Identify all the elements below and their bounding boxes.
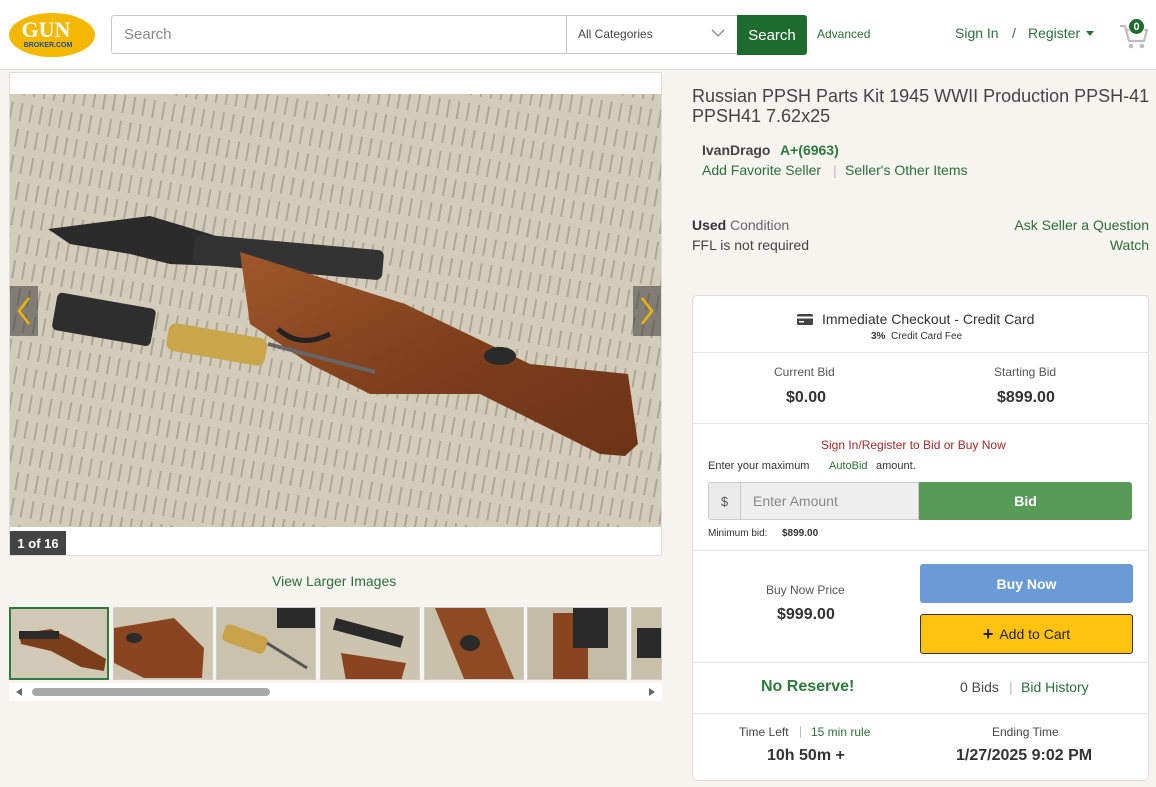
ending-time-label: Ending Time <box>992 725 1059 739</box>
seller-other-items-link[interactable]: Seller's Other Items <box>845 162 968 178</box>
bid-history-link[interactable]: Bid History <box>1021 679 1089 695</box>
bid-amount-input[interactable] <box>741 482 919 520</box>
divider <box>692 352 1149 353</box>
autobid-instructions: Enter your maximum <box>708 460 810 472</box>
autobid-instructions-end: amount. <box>876 460 916 472</box>
caret-down-icon[interactable] <box>1086 31 1094 36</box>
thumbnail-7[interactable] <box>631 607 662 680</box>
add-to-cart-label: Add to Cart <box>999 626 1071 642</box>
next-image-button[interactable] <box>633 286 661 336</box>
current-bid-value: $0.00 <box>786 389 827 406</box>
scrollbar-thumb[interactable] <box>32 688 270 696</box>
seller-name[interactable]: IvanDrago <box>702 142 770 158</box>
thumbnail-4[interactable] <box>320 607 420 680</box>
sign-in-link[interactable]: Sign In <box>955 25 999 41</box>
signin-to-bid-link[interactable]: Sign In/Register to Bid or Buy Now <box>821 438 1006 452</box>
ask-seller-question-link[interactable]: Ask Seller a Question <box>1014 217 1149 233</box>
minimum-bid-value: $899.00 <box>782 528 819 539</box>
divider <box>692 662 1149 663</box>
buy-now-price-label: Buy Now Price <box>766 583 845 597</box>
minimum-bid-label: Minimum bid: <box>708 528 768 539</box>
separator: | <box>1009 679 1013 695</box>
ffl-status: FFL is not required <box>692 237 809 253</box>
watch-link[interactable]: Watch <box>1110 237 1149 253</box>
divider <box>692 423 1149 424</box>
thumbnail-3[interactable] <box>216 607 316 680</box>
fifteen-min-rule-link[interactable]: 15 min rule <box>811 725 870 739</box>
view-larger-images-link[interactable]: View Larger Images <box>272 573 396 589</box>
thumbnail-scrollbar[interactable] <box>9 683 662 701</box>
condition-label: Condition <box>730 217 790 233</box>
register-link[interactable]: Register <box>1028 25 1080 41</box>
prev-image-button[interactable] <box>10 286 38 336</box>
category-selected-label: All Categories <box>578 27 653 41</box>
scroll-right-icon[interactable] <box>649 688 655 696</box>
separator: / <box>1012 25 1016 41</box>
autobid-link[interactable]: AutoBid <box>829 460 868 472</box>
seller-rating[interactable]: A+(6963) <box>780 142 839 158</box>
thumbnail-1[interactable] <box>9 607 109 680</box>
thumbnail-6[interactable] <box>527 607 627 680</box>
time-left-value: 10h 50m + <box>767 747 845 764</box>
checkout-title: Immediate Checkout - Credit Card <box>822 311 1035 327</box>
image-counter: 1 of 16 <box>10 531 66 555</box>
chevron-right-icon <box>641 297 654 325</box>
category-select[interactable]: All Categories <box>566 15 738 54</box>
credit-card-icon <box>797 314 813 325</box>
cart-count-badge[interactable]: 0 <box>1128 18 1145 35</box>
currency-prefix: $ <box>708 482 741 520</box>
scroll-left-icon[interactable] <box>16 688 22 696</box>
main-product-photo[interactable] <box>10 94 661 527</box>
starting-bid-value: $899.00 <box>997 389 1055 406</box>
divider <box>692 713 1149 714</box>
listing-title: Russian PPSH Parts Kit 1945 WWII Product… <box>692 86 1150 126</box>
no-reserve-label: No Reserve! <box>761 678 855 695</box>
condition-value: Used <box>692 217 727 233</box>
site-header: GUN BROKER.COM All Categories Search Adv… <box>0 0 1156 70</box>
time-left-label: Time Left <box>739 725 789 739</box>
product-photo-art <box>10 94 661 527</box>
advanced-search-link[interactable]: Advanced <box>817 27 870 41</box>
buy-now-button[interactable]: Buy Now <box>920 564 1133 603</box>
fee-percent: 3% <box>871 331 886 342</box>
bid-count: 0 Bids <box>960 679 999 695</box>
chevron-down-icon <box>711 29 725 37</box>
search-input[interactable] <box>111 15 567 54</box>
starting-bid-label: Starting Bid <box>994 365 1057 379</box>
current-bid-label: Current Bid <box>774 365 835 379</box>
fee-label: Credit Card Fee <box>891 331 963 342</box>
thumbnail-2[interactable] <box>113 607 213 680</box>
add-to-cart-button[interactable]: + Add to Cart <box>920 614 1133 654</box>
add-favorite-seller-link[interactable]: Add Favorite Seller <box>702 162 821 178</box>
image-viewer: 1 of 16 <box>9 72 662 556</box>
chevron-left-icon <box>17 297 30 325</box>
logo-text: GUN <box>22 17 71 42</box>
bid-button[interactable]: Bid <box>919 482 1132 520</box>
plus-icon: + <box>982 624 994 644</box>
separator: | <box>799 724 803 738</box>
divider <box>692 550 1149 551</box>
ending-time-value: 1/27/2025 9:02 PM <box>956 747 1093 764</box>
logo-subtext: BROKER.COM <box>24 42 73 49</box>
separator: | <box>833 162 837 178</box>
gunbroker-logo[interactable]: GUN BROKER.COM <box>8 12 96 58</box>
thumbnail-5[interactable] <box>424 607 524 680</box>
search-button[interactable]: Search <box>737 15 807 55</box>
buy-now-price-value: $999.00 <box>777 606 835 623</box>
